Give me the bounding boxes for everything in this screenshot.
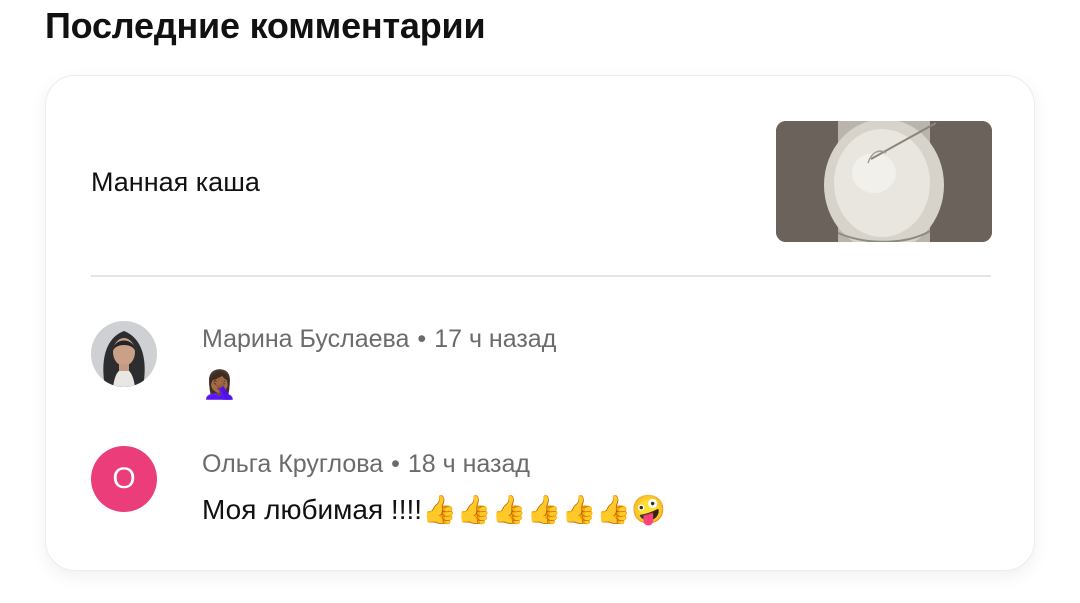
section-title: Последние комментарии <box>45 5 486 46</box>
avatar[interactable] <box>91 321 157 387</box>
comment-author[interactable]: Ольга Круглова <box>202 450 383 478</box>
comment-time: 17 ч назад <box>434 325 557 353</box>
recipe-title[interactable]: Манная каша <box>91 164 260 200</box>
page: Последние комментарии Манная каша Марина… <box>0 0 1080 603</box>
comment-time: 18 ч назад <box>407 450 531 478</box>
recipe-link[interactable]: Манная каша <box>46 76 1034 276</box>
comment-text: Моя любимая !!!!👍👍👍👍👍👍🤪 <box>202 494 667 525</box>
comment-text: 🤦🏾‍♀️ <box>202 369 237 400</box>
recipe-thumbnail[interactable] <box>776 121 992 242</box>
meta-separator: • <box>391 450 400 478</box>
meta-separator: • <box>417 325 427 353</box>
divider <box>91 275 991 277</box>
user-photo-icon <box>91 321 157 387</box>
recent-comments-card: Манная каша Марина Буслаева • 17 ч назад… <box>45 75 1035 571</box>
comment-meta: Ольга Круглова • 18 ч назад <box>202 448 530 480</box>
avatar[interactable]: О <box>91 446 157 512</box>
comment-author[interactable]: Марина Буслаева <box>202 325 409 353</box>
comment-meta: Марина Буслаева • 17 ч назад <box>202 323 556 355</box>
semolina-porridge-photo-icon <box>776 121 992 242</box>
